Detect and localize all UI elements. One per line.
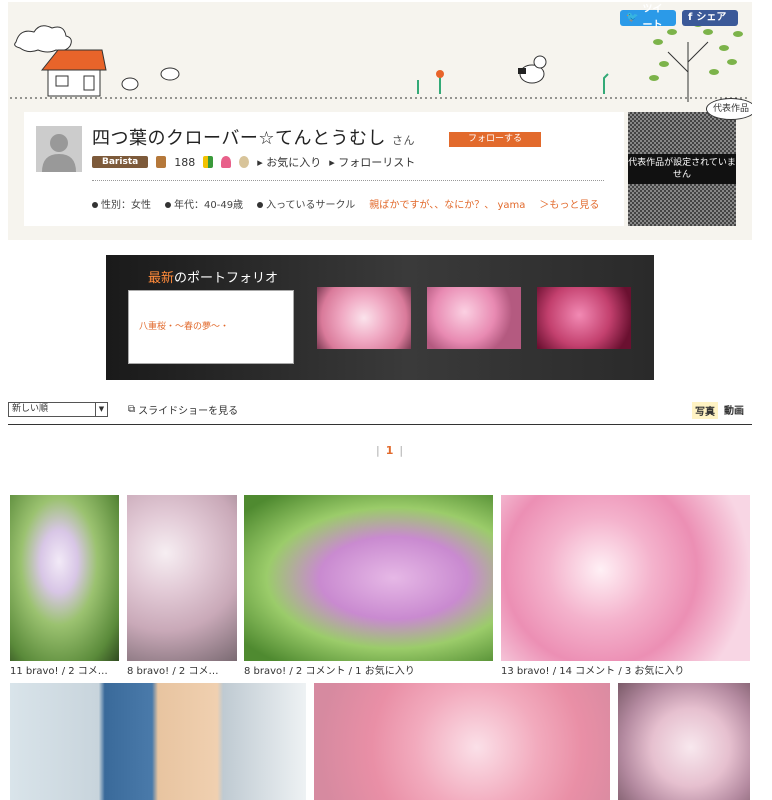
photo-thumbnail[interactable] bbox=[127, 495, 237, 661]
photo-thumbnail[interactable] bbox=[244, 495, 493, 661]
rank-badge: Barista bbox=[92, 156, 149, 168]
points-count: 188 bbox=[174, 155, 196, 169]
more-link[interactable]: ＞もっと見る bbox=[539, 196, 599, 211]
portfolio-thumb[interactable] bbox=[317, 287, 411, 349]
portfolio-caption-box[interactable]: 八重桜・～春の夢～・ bbox=[128, 290, 294, 364]
profile-meta: 性別：女性 年代：40-49歳 入っているサークル 親ばかですが、、なにか？、 … bbox=[92, 196, 599, 211]
portfolio-title: 最新のポートフォリオ bbox=[148, 267, 278, 286]
username-text: 四つ葉のクローバー☆てんとうむし bbox=[92, 128, 386, 149]
representative-empty-label: 代表作品が設定されていません bbox=[628, 154, 736, 184]
photo-stats: 13 bravo! / 14 コメント / 3 お気に入り bbox=[501, 666, 685, 677]
share-label: シェア bbox=[696, 12, 727, 23]
page-1[interactable]: 1 bbox=[386, 444, 394, 457]
circle-info: 入っているサークル bbox=[257, 196, 355, 211]
representative-bubble: 代表作品 bbox=[706, 98, 752, 120]
photo-thumbnail[interactable] bbox=[501, 495, 750, 661]
latest-portfolio: 最新のポートフォリオ 八重桜・～春の夢～・ bbox=[106, 255, 654, 380]
avatar[interactable] bbox=[36, 126, 82, 172]
beginner-mark-icon bbox=[203, 156, 214, 168]
photo-thumbnail[interactable] bbox=[10, 683, 306, 800]
bullet-icon bbox=[257, 202, 264, 208]
representative-work[interactable]: 代表作品が設定されていません bbox=[628, 112, 736, 226]
photo-stats: 8 bravo! / 2 コメ… bbox=[127, 666, 219, 677]
age-text: 年代：40-49歳 bbox=[174, 200, 244, 211]
divider bbox=[92, 180, 604, 181]
tweet-label: ツイート bbox=[642, 4, 663, 31]
tweet-button[interactable]: 🐦 ツイート bbox=[620, 4, 676, 31]
follow-button[interactable]: フォローする bbox=[449, 132, 541, 147]
circle-links[interactable]: 親ばかですが、、なにか？、 yama bbox=[369, 196, 525, 211]
favorites-label: お気に入り bbox=[266, 156, 322, 169]
photo-thumbnail[interactable] bbox=[618, 683, 750, 800]
photo-thumbnail[interactable] bbox=[314, 683, 610, 800]
chevron-down-icon: ▼ bbox=[95, 403, 107, 416]
sort-select[interactable]: 新しい順 ▼ bbox=[8, 402, 108, 417]
profile-header: 🐦 ツイート f シェア 四つ葉のクローバー☆てんとうむし さん フォローする B… bbox=[8, 2, 752, 240]
profile-card: 四つ葉のクローバー☆てんとうむし さん フォローする Barista 188 ▸ … bbox=[24, 112, 624, 226]
portfolio-thumb[interactable] bbox=[537, 287, 631, 349]
portfolio-caption[interactable]: 八重桜・～春の夢～・ bbox=[139, 319, 229, 332]
bullet-icon bbox=[92, 202, 98, 208]
bullet-icon bbox=[165, 202, 171, 208]
age-info: 年代：40-49歳 bbox=[165, 196, 243, 211]
pagination: | 1 | bbox=[370, 444, 409, 457]
follow-list-label: フォローリスト bbox=[338, 156, 416, 169]
facebook-icon: f bbox=[688, 12, 693, 23]
slideshow-label: スライドショーを見る bbox=[138, 406, 239, 417]
default-avatar-icon bbox=[42, 134, 76, 172]
pager-separator: | bbox=[399, 444, 404, 457]
gender-text: 性別：女性 bbox=[101, 200, 151, 211]
gallery-controls: 新しい順 ▼ ⧉ スライドショーを見る 写真 動画 bbox=[8, 400, 752, 420]
pager-separator: | bbox=[376, 444, 380, 457]
photo-stats: 8 bravo! / 2 コメント / 1 お気に入り bbox=[244, 666, 415, 677]
medal-icon bbox=[239, 156, 250, 168]
favorites-link[interactable]: ▸ お気に入り bbox=[257, 154, 321, 170]
honorific: さん bbox=[391, 134, 415, 147]
divider bbox=[8, 424, 752, 425]
facebook-share-button[interactable]: f シェア bbox=[682, 10, 738, 26]
portfolio-title-rest: のポートフォリオ bbox=[174, 271, 279, 286]
tab-video[interactable]: 動画 bbox=[724, 402, 744, 419]
media-tabs: 写真 動画 bbox=[692, 402, 744, 419]
slideshow-icon: ⧉ bbox=[128, 404, 136, 415]
username: 四つ葉のクローバー☆てんとうむし さん bbox=[92, 124, 415, 150]
tulip-icon bbox=[221, 156, 232, 168]
sort-value: 新しい順 bbox=[12, 404, 49, 414]
follow-list-link[interactable]: ▸ フォローリスト bbox=[329, 154, 415, 170]
twitter-bird-icon: 🐦 bbox=[626, 12, 639, 23]
tab-photo[interactable]: 写真 bbox=[692, 402, 718, 419]
profile-badges: Barista 188 ▸ お気に入り ▸ フォローリスト bbox=[92, 154, 415, 170]
portfolio-title-highlight: 最新 bbox=[148, 271, 175, 286]
house-icon bbox=[40, 49, 107, 97]
photo-stats: 11 bravo! / 2 コメ… bbox=[10, 666, 108, 677]
circle-label: 入っているサークル bbox=[266, 200, 356, 211]
photo-thumbnail[interactable] bbox=[10, 495, 119, 661]
slideshow-link[interactable]: ⧉ スライドショーを見る bbox=[128, 402, 238, 417]
portfolio-thumb[interactable] bbox=[427, 287, 521, 349]
bean-icon bbox=[156, 156, 167, 168]
gender-info: 性別：女性 bbox=[92, 196, 151, 211]
